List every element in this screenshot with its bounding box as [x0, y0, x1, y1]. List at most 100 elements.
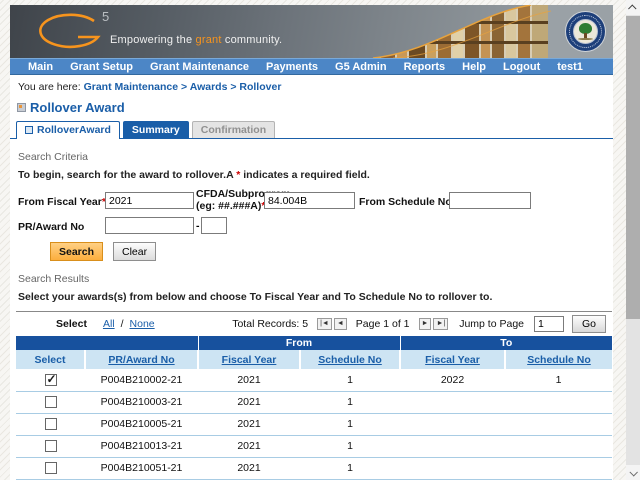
cell-to-fiscal-year	[400, 391, 505, 414]
table-row: P004B210005-21 2021 1	[16, 413, 612, 436]
cell-to-fiscal-year: 2022	[400, 369, 505, 392]
tab-icon	[25, 126, 33, 134]
group-header-row: From To	[16, 336, 612, 350]
col-header-from-schedule-no[interactable]: Schedule No	[299, 350, 400, 369]
cell-from-schedule-no: 1	[300, 391, 400, 414]
col-header-pr-award-no[interactable]: PR/Award No	[84, 350, 198, 369]
cell-pr-award-no: P004B210005-21	[85, 413, 198, 436]
next-page-icon[interactable]: ►	[418, 318, 432, 330]
table-row: P004B210003-21 2021 1	[16, 391, 612, 414]
search-results-label: Search Results	[18, 273, 90, 285]
row-select-checkbox[interactable]	[44, 418, 57, 431]
group-header-to: To	[399, 336, 612, 350]
cell-from-schedule-no: 1	[300, 369, 400, 392]
cell-to-schedule-no	[505, 457, 612, 480]
pr-award-no-suffix-input[interactable]	[201, 217, 227, 234]
breadcrumb-prefix: You are here:	[18, 81, 81, 93]
scrollbar-thumb[interactable]	[626, 16, 640, 319]
search-button[interactable]: Search	[50, 242, 104, 261]
nav-item-test1[interactable]: test1	[557, 61, 583, 73]
tab-summary[interactable]: Summary	[122, 121, 189, 138]
page-title-icon	[17, 103, 26, 112]
last-page-icon[interactable]: ►|	[433, 318, 449, 330]
search-criteria-intro: To begin, search for the award to rollov…	[18, 169, 370, 181]
search-results-panel: Select All / None Total Records: 5 |◄ ◄ …	[16, 311, 612, 480]
page-title: Rollover Award	[30, 100, 125, 115]
breadcrumb-path[interactable]: Grant Maintenance > Awards > Rollover	[84, 81, 282, 93]
pr-award-no-label: PR/Award No	[18, 221, 85, 233]
col-header-select: Select	[16, 350, 85, 369]
breadcrumb: You are here: Grant Maintenance > Awards…	[10, 75, 613, 93]
select-all-link[interactable]: All	[103, 318, 115, 330]
col-header-to-fiscal-year[interactable]: Fiscal Year	[399, 350, 505, 369]
jump-to-page-label: Jump to Page	[459, 318, 524, 330]
header-banner: 5 Empowering the grant community.	[10, 5, 613, 58]
select-label: Select	[56, 318, 87, 330]
scroll-up-button[interactable]	[626, 0, 640, 15]
column-header-row: Select PR/Award No Fiscal Year Schedule …	[16, 350, 612, 369]
results-tbody: P004B210002-21 2021 1 2022 1 P004B210003…	[16, 369, 612, 480]
prev-page-icon[interactable]: ◄	[333, 318, 347, 330]
table-row: P004B210013-21 2021 1	[16, 435, 612, 458]
cell-pr-award-no: P004B210002-21	[85, 369, 198, 392]
row-select-checkbox[interactable]	[44, 396, 57, 409]
row-select-checkbox[interactable]	[44, 462, 57, 475]
nav-item-payments[interactable]: Payments	[266, 61, 318, 73]
chevron-up-icon	[628, 3, 637, 13]
nav-item-help[interactable]: Help	[462, 61, 486, 73]
row-select-checkbox[interactable]	[44, 372, 57, 386]
application-window: 5 Empowering the grant community. Main G…	[10, 5, 613, 480]
row-select-checkbox[interactable]	[44, 440, 57, 453]
tab-bar: RolloverAward Summary Confirmation	[10, 120, 613, 139]
g5-logo: 5	[39, 9, 109, 49]
clear-button[interactable]: Clear	[113, 242, 157, 261]
cell-from-fiscal-year: 2021	[198, 413, 300, 436]
tab-confirmation: Confirmation	[191, 121, 276, 138]
cell-to-schedule-no	[505, 391, 612, 414]
cell-pr-award-no: P004B210013-21	[85, 435, 198, 458]
tab-rollover-award[interactable]: RolloverAward	[16, 121, 120, 139]
search-criteria-form: From Fiscal Year* CFDA/Subprogram(eg: ##…	[10, 187, 613, 265]
pr-award-no-separator: -	[196, 220, 200, 232]
search-criteria-label: Search Criteria	[18, 151, 89, 163]
page-indicator: Page 1 of 1	[355, 318, 410, 330]
cell-from-fiscal-year: 2021	[198, 435, 300, 458]
total-records: Total Records: 5	[232, 318, 309, 330]
nav-item-logout[interactable]: Logout	[503, 61, 540, 73]
scroll-down-button[interactable]	[626, 465, 640, 480]
nav-item-main[interactable]: Main	[28, 61, 53, 73]
results-table: From To Select PR/Award No Fiscal Year S…	[16, 336, 612, 480]
content-area: You are here: Grant Maintenance > Awards…	[10, 75, 613, 480]
pagination-top: Select All / None Total Records: 5 |◄ ◄ …	[16, 312, 612, 336]
nav-item-reports[interactable]: Reports	[404, 61, 446, 73]
nav-item-g5-admin[interactable]: G5 Admin	[335, 61, 387, 73]
nav-item-grant-setup[interactable]: Grant Setup	[70, 61, 133, 73]
table-row: P004B210002-21 2021 1 2022 1	[16, 369, 612, 392]
cell-to-schedule-no: 1	[505, 369, 612, 392]
first-page-icon[interactable]: |◄	[317, 318, 332, 330]
col-header-from-fiscal-year[interactable]: Fiscal Year	[197, 350, 300, 369]
chevron-down-icon	[629, 467, 638, 477]
cell-from-fiscal-year: 2021	[198, 457, 300, 480]
col-header-to-schedule-no[interactable]: Schedule No	[504, 350, 612, 369]
from-fiscal-year-input[interactable]	[105, 192, 194, 209]
vertical-scrollbar[interactable]	[626, 0, 640, 480]
cfda-subprogram-input[interactable]	[264, 192, 355, 209]
cell-from-fiscal-year: 2021	[198, 369, 300, 392]
department-of-education-seal	[565, 11, 606, 52]
nav-item-grant-maintenance[interactable]: Grant Maintenance	[150, 61, 249, 73]
cell-to-schedule-no	[505, 435, 612, 458]
from-schedule-no-input[interactable]	[449, 192, 531, 209]
pr-award-no-input[interactable]	[105, 217, 194, 234]
cell-pr-award-no: P004B210003-21	[85, 391, 198, 414]
jump-to-page-input[interactable]	[534, 316, 564, 332]
from-fiscal-year-label: From Fiscal Year*	[18, 196, 106, 208]
cell-from-schedule-no: 1	[300, 457, 400, 480]
cell-pr-award-no: P004B210051-21	[85, 457, 198, 480]
logo-number: 5	[102, 9, 109, 24]
select-none-link[interactable]: None	[130, 318, 155, 330]
main-nav: Main Grant Setup Grant Maintenance Payments…	[10, 58, 613, 75]
go-button[interactable]: Go	[572, 315, 606, 333]
search-results-intro: Select your awards(s) from below and cho…	[18, 291, 493, 303]
cell-from-schedule-no: 1	[300, 413, 400, 436]
